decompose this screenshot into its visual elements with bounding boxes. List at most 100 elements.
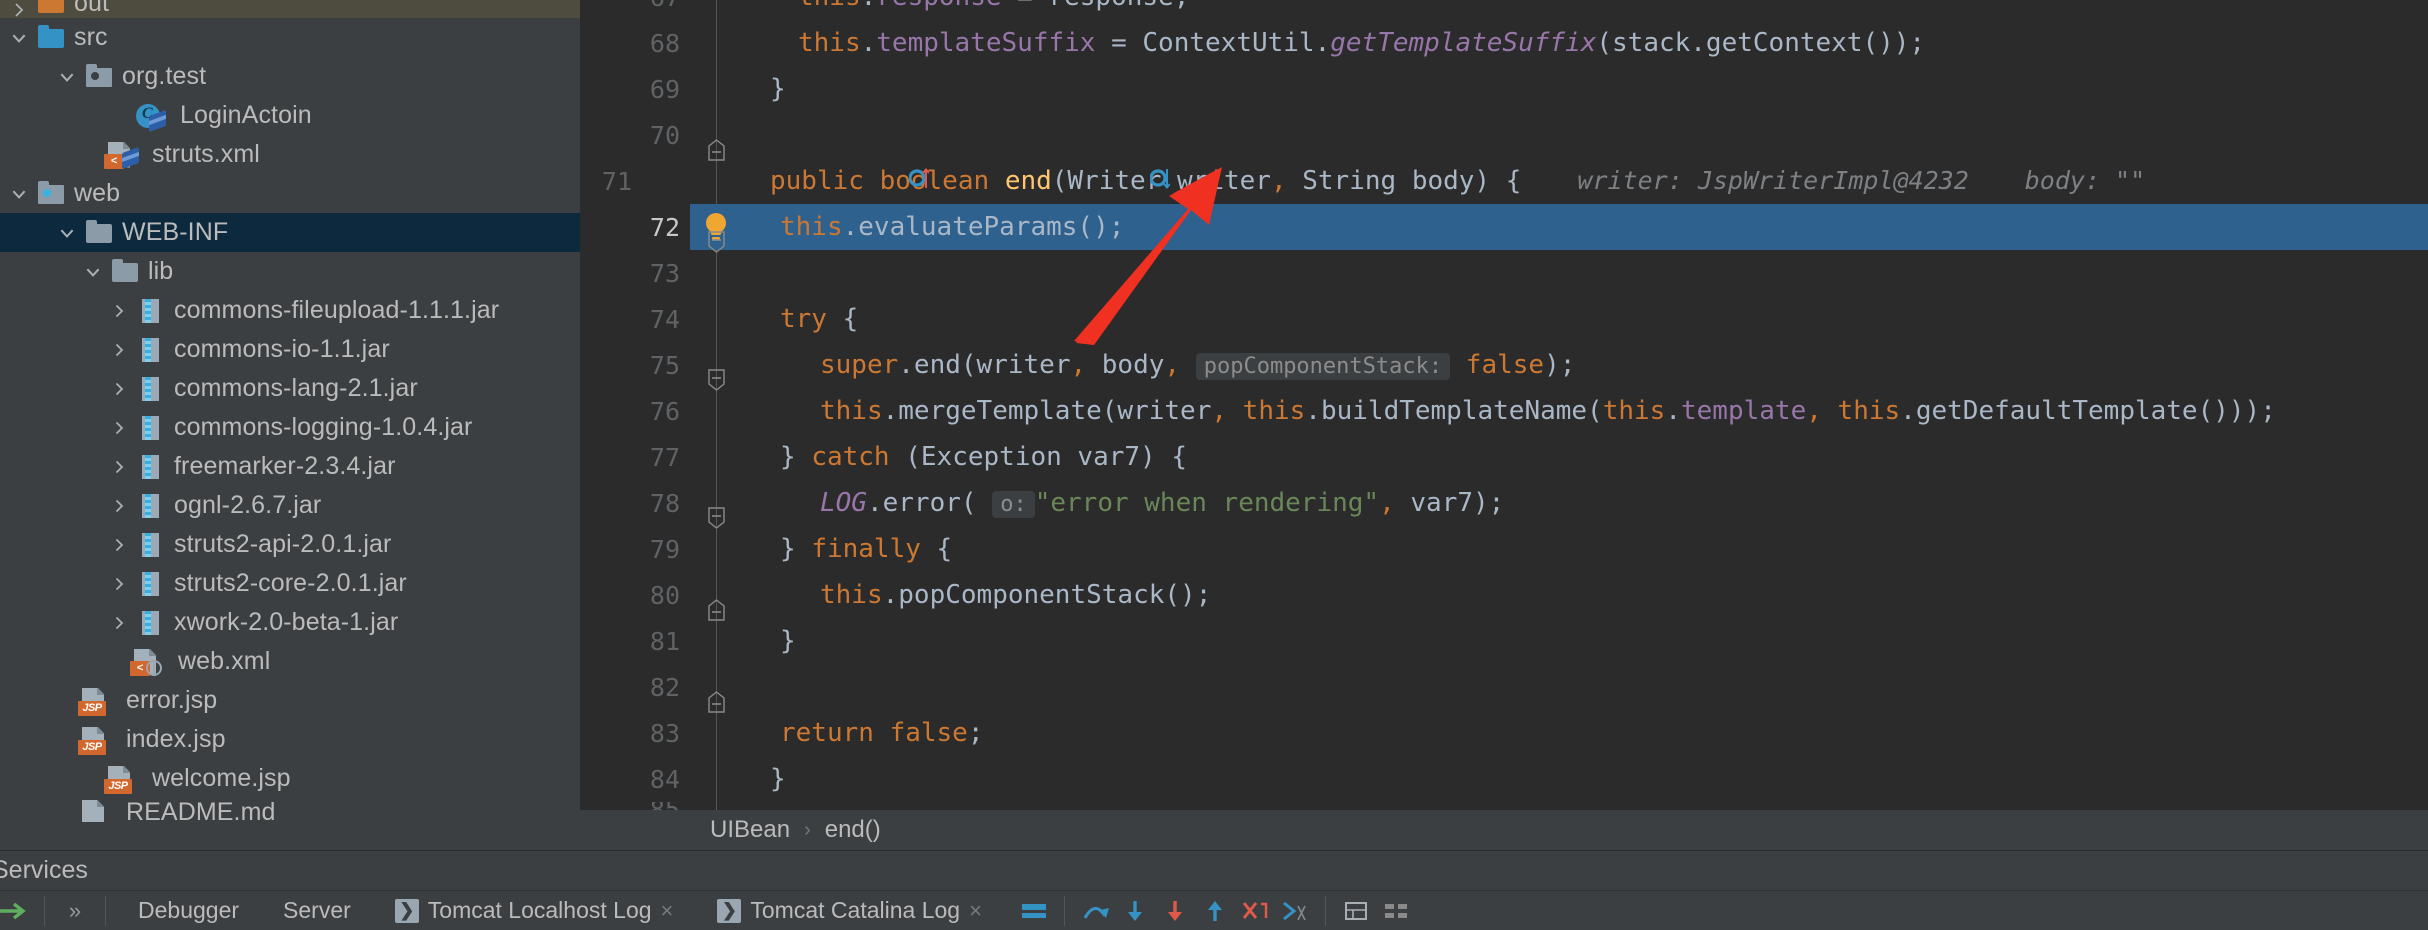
jar-icon — [134, 374, 168, 404]
tree-item-src[interactable]: src — [0, 18, 580, 57]
chevron-right-icon[interactable] — [104, 342, 134, 358]
chevron-down-icon[interactable] — [52, 224, 82, 242]
code-text: this.response = response; — [742, 0, 1189, 12]
line-number: 74 — [649, 304, 680, 334]
chevron-down-icon[interactable] — [52, 68, 82, 86]
chevron-right-icon[interactable] — [104, 537, 134, 553]
tree-item-welcome-jsp[interactable]: JSP welcome.jsp — [0, 759, 580, 798]
tree-item-error-jsp[interactable]: JSP error.jsp — [0, 681, 580, 720]
tree-item-jar[interactable]: commons-fileupload-1.1.1.jar — [0, 291, 580, 330]
project-tree-panel[interactable]: out src org.test LoginActoin — [0, 0, 580, 850]
line-number: 73 — [649, 258, 680, 288]
code-line[interactable]: 68 this.templateSuffix = ContextUtil.get… — [580, 20, 2428, 66]
tree-item-org-test[interactable]: org.test — [0, 57, 580, 96]
xml-file-icon: < — [130, 647, 164, 677]
tab-server[interactable]: Server — [261, 891, 373, 930]
line-number: 84 — [649, 764, 680, 794]
breadcrumb[interactable]: UIBean › end() — [580, 810, 2428, 850]
tree-item-label: freemarker-2.3.4.jar — [174, 452, 396, 480]
code-lines[interactable]: 66 this.request = request; 67 this.respo… — [580, 0, 2428, 810]
folder-icon — [34, 23, 68, 53]
chevron-right-icon[interactable] — [104, 459, 134, 475]
tab-label: Debugger — [138, 897, 240, 923]
tree-item-jar[interactable]: commons-logging-1.0.4.jar — [0, 408, 580, 447]
console-icon: ❯ — [394, 898, 419, 923]
tree-item-web-xml[interactable]: < web.xml — [0, 642, 580, 681]
chevron-right-icon[interactable] — [104, 303, 134, 319]
step-into-icon[interactable] — [1115, 898, 1155, 924]
chevron-down-icon[interactable] — [4, 29, 34, 47]
tab-tomcat-catalina-log[interactable]: ❯ Tomcat Catalina Log × — [695, 891, 1004, 930]
fold-start-icon[interactable] — [707, 171, 725, 253]
chevron-right-icon: › — [804, 818, 811, 841]
breadcrumb-method[interactable]: end() — [825, 816, 881, 844]
tab-debugger[interactable]: Debugger — [116, 891, 261, 930]
chevron-down-icon[interactable] — [4, 185, 34, 203]
tree-item-loginactoin[interactable]: LoginActoin — [0, 96, 580, 135]
folder-icon — [108, 257, 142, 287]
inlay-hint-o: o: — [992, 491, 1035, 518]
run-to-cursor-icon[interactable] — [1275, 898, 1315, 924]
tree-item-readme[interactable]: README.md — [0, 798, 580, 822]
code-text: this.templateSuffix = ContextUtil.getTem… — [798, 28, 1926, 58]
services-tool-window-header[interactable]: Services — [0, 850, 2428, 890]
tree-item-index-jsp[interactable]: JSP index.jsp — [0, 720, 580, 759]
code-text: } — [770, 74, 786, 104]
step-over-icon[interactable] — [1075, 898, 1115, 924]
tab-tomcat-localhost-log[interactable]: ❯ Tomcat Localhost Log × — [373, 891, 696, 930]
code-line[interactable]: 69 } — [580, 66, 2428, 161]
chevron-right-icon[interactable] — [4, 2, 34, 18]
chevron-right-icon[interactable] — [104, 615, 134, 631]
services-title: Services — [0, 856, 88, 884]
drop-frame-icon[interactable] — [1235, 898, 1275, 924]
markdown-file-icon — [78, 798, 112, 822]
evaluate-expression-icon[interactable] — [1336, 898, 1376, 924]
tree-item-struts-xml[interactable]: < struts.xml — [0, 135, 580, 174]
fold-end-icon[interactable] — [707, 539, 725, 621]
fold-end-icon[interactable] — [708, 769, 725, 790]
resume-program-icon[interactable] — [0, 898, 34, 924]
breadcrumb-class[interactable]: UIBean — [710, 816, 790, 844]
tree-item-label: lib — [148, 257, 174, 285]
chevron-right-icon[interactable] — [104, 498, 134, 514]
step-out-icon[interactable] — [1195, 898, 1235, 924]
ide-window: out src org.test LoginActoin — [0, 0, 2428, 930]
chevron-down-icon[interactable] — [78, 263, 108, 281]
fold-start-icon[interactable] — [707, 309, 725, 391]
inlay-hint-popcomponentstack: popComponentStack: — [1195, 353, 1451, 380]
code-editor-panel[interactable]: 66 this.request = request; 67 this.respo… — [580, 0, 2428, 850]
chevron-right-icon[interactable] — [104, 576, 134, 592]
tree-item-out[interactable]: out — [0, 0, 580, 18]
jsp-file-icon: JSP — [78, 686, 112, 716]
line-number: 81 — [649, 626, 680, 656]
close-icon[interactable]: × — [969, 898, 982, 924]
chevron-right-icon[interactable] — [104, 420, 134, 436]
force-step-into-icon[interactable] — [1155, 898, 1195, 924]
tree-item-web[interactable]: web — [0, 174, 580, 213]
chevron-right-icon[interactable] — [104, 381, 134, 397]
fold-start-icon[interactable] — [707, 447, 725, 529]
line-number: 67 — [650, 0, 680, 12]
settings-icon[interactable] — [1376, 898, 1416, 924]
tree-item-web-inf[interactable]: WEB-INF — [0, 213, 580, 252]
tree-item-jar[interactable]: commons-lang-2.1.jar — [0, 369, 580, 408]
jsp-file-icon: JSP — [104, 764, 138, 794]
line-number: 68 — [649, 28, 680, 58]
tree-item-jar[interactable]: struts2-core-2.0.1.jar — [0, 564, 580, 603]
fold-end-icon[interactable] — [707, 79, 725, 161]
layout-icon[interactable] — [1014, 898, 1054, 924]
tree-item-jar[interactable]: struts2-api-2.0.1.jar — [0, 525, 580, 564]
fold-end-icon[interactable] — [707, 631, 725, 713]
tree-item-jar[interactable]: ognl-2.6.7.jar — [0, 486, 580, 525]
expand-toolbar-button[interactable]: » — [55, 898, 95, 924]
tree-item-jar[interactable]: commons-io-1.1.jar — [0, 330, 580, 369]
tree-item-jar[interactable]: freemarker-2.3.4.jar — [0, 447, 580, 486]
line-number: 71 — [601, 166, 632, 196]
line-number: 79 — [649, 534, 680, 564]
tree-item-lib[interactable]: lib — [0, 252, 580, 291]
tree-item-label: README.md — [126, 798, 276, 822]
code-line[interactable]: 67 this.response = response; — [580, 0, 2428, 20]
tree-item-jar[interactable]: xwork-2.0-beta-1.jar — [0, 603, 580, 642]
close-icon[interactable]: × — [661, 898, 674, 924]
debugger-toolbar[interactable]: » Debugger Server ❯ Tomcat Localhost Log… — [0, 890, 2428, 930]
